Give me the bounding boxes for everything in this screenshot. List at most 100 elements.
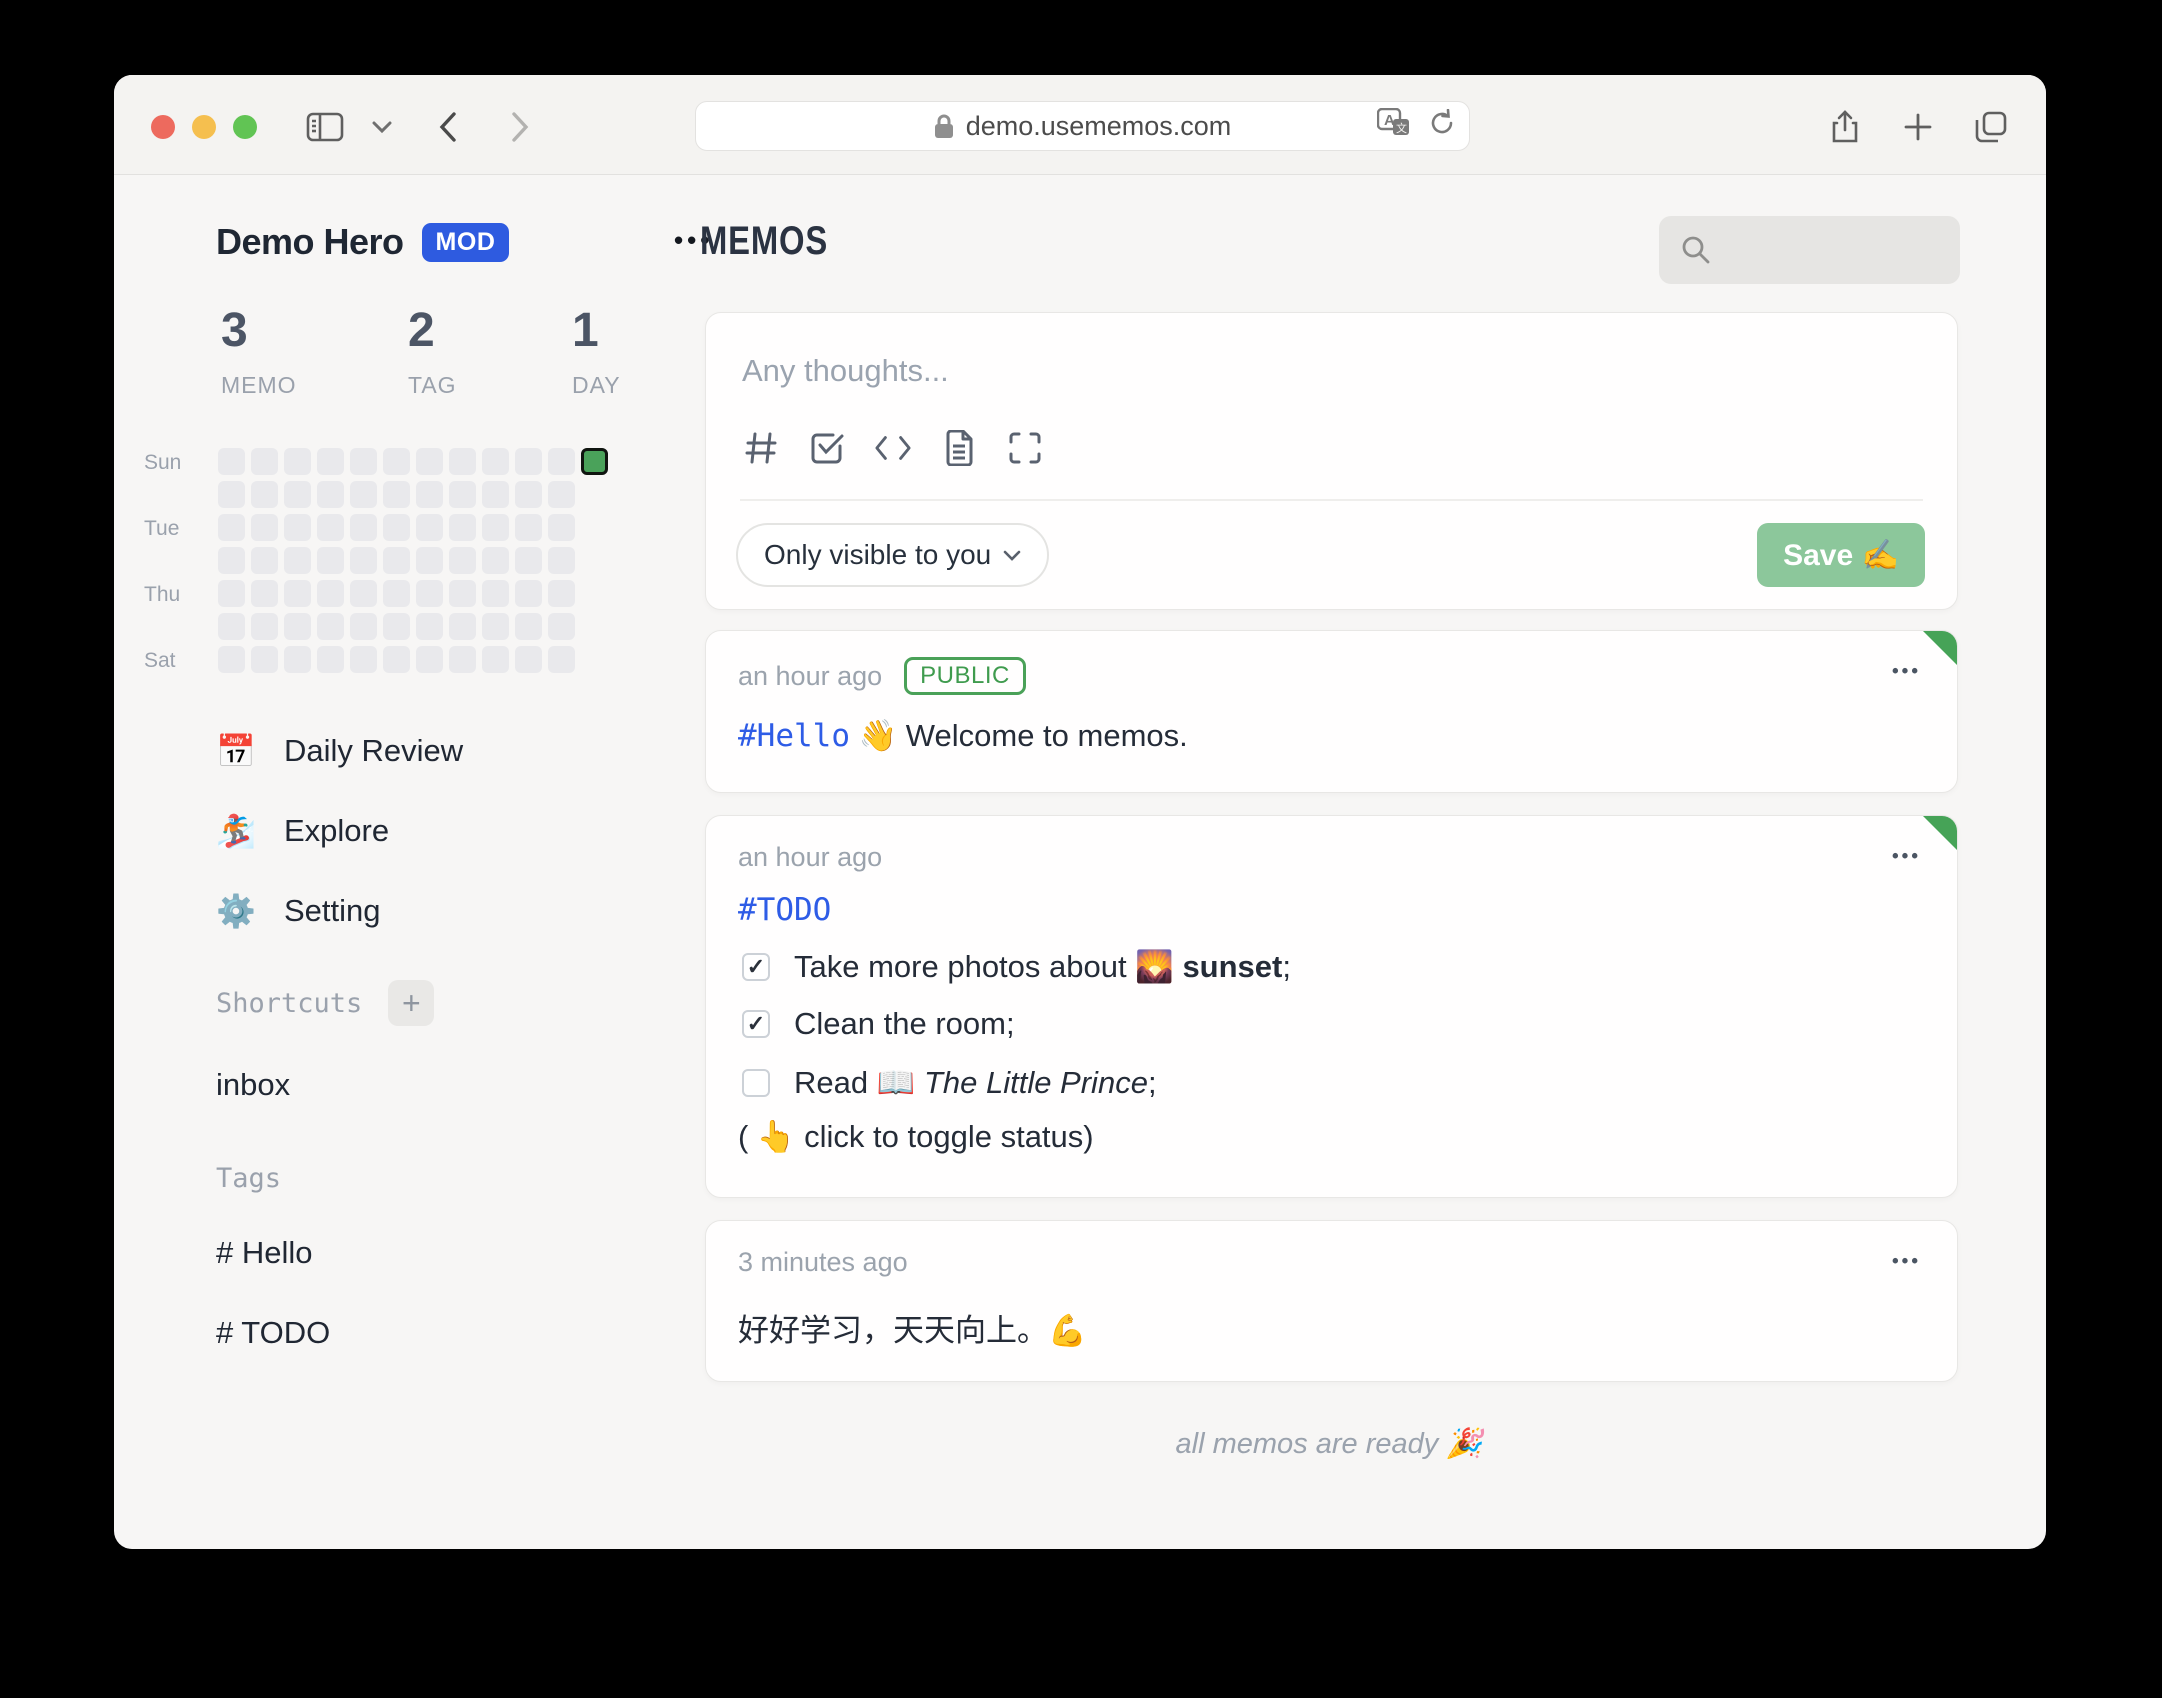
heatmap-cell[interactable] — [383, 448, 410, 475]
heatmap-cell[interactable] — [350, 514, 377, 541]
heatmap-cell[interactable] — [449, 481, 476, 508]
heatmap-cell[interactable] — [548, 448, 575, 475]
heatmap-cell[interactable] — [416, 646, 443, 673]
heatmap-cell[interactable] — [317, 514, 344, 541]
sidebar-toggle-icon[interactable] — [300, 102, 350, 152]
heatmap-cell[interactable] — [218, 514, 245, 541]
heatmap-cell[interactable] — [482, 580, 509, 607]
heatmap-cell[interactable] — [350, 547, 377, 574]
heatmap-cell[interactable] — [449, 514, 476, 541]
heatmap-cell[interactable] — [548, 613, 575, 640]
heatmap-cell[interactable] — [350, 580, 377, 607]
heatmap-cell[interactable] — [383, 580, 410, 607]
tag-icon[interactable] — [742, 429, 780, 467]
heatmap-cell[interactable] — [515, 514, 542, 541]
code-icon[interactable] — [874, 429, 912, 467]
heatmap-cell[interactable] — [218, 646, 245, 673]
todo-checkbox-checked[interactable]: ✓ — [742, 952, 770, 981]
heatmap-cell[interactable] — [284, 481, 311, 508]
heatmap-cell[interactable] — [350, 448, 377, 475]
heatmap-cell[interactable] — [515, 580, 542, 607]
fullscreen-icon[interactable] — [1006, 429, 1044, 467]
heatmap-cell[interactable] — [548, 481, 575, 508]
heatmap-cell-today[interactable] — [581, 448, 608, 475]
heatmap-cell[interactable] — [218, 448, 245, 475]
heatmap-cell[interactable] — [218, 580, 245, 607]
forward-button[interactable] — [495, 102, 545, 152]
heatmap-cell[interactable] — [383, 547, 410, 574]
heatmap-cell[interactable] — [317, 580, 344, 607]
heatmap-cell[interactable] — [350, 481, 377, 508]
heatmap-cell[interactable] — [449, 448, 476, 475]
heatmap-cell[interactable] — [482, 481, 509, 508]
heatmap-cell[interactable] — [482, 613, 509, 640]
heatmap-cell[interactable] — [218, 613, 245, 640]
heatmap-cell[interactable] — [449, 580, 476, 607]
reload-icon[interactable] — [1429, 108, 1455, 144]
heatmap-cell[interactable] — [284, 514, 311, 541]
heatmap-cell[interactable] — [251, 613, 278, 640]
todo-checkbox-unchecked[interactable] — [742, 1068, 770, 1097]
user-profile[interactable]: Demo Hero MOD — [216, 221, 510, 263]
heatmap-cell[interactable] — [482, 448, 509, 475]
heatmap-cell[interactable] — [383, 514, 410, 541]
tag-item-hello[interactable]: # Hello — [216, 1235, 313, 1271]
heatmap-cell[interactable] — [218, 547, 245, 574]
add-shortcut-button[interactable]: + — [388, 980, 435, 1026]
heatmap-cell[interactable] — [515, 481, 542, 508]
heatmap-cell[interactable] — [284, 580, 311, 607]
close-window-button[interactable] — [151, 115, 175, 139]
heatmap-cell[interactable] — [251, 481, 278, 508]
heatmap-cell[interactable] — [251, 580, 278, 607]
translate-icon[interactable]: A 文 — [1376, 107, 1411, 145]
heatmap-cell[interactable] — [251, 646, 278, 673]
search-input[interactable] — [1659, 216, 1960, 284]
heatmap-cell[interactable] — [383, 646, 410, 673]
visibility-selector[interactable]: Only visible to you — [736, 523, 1050, 587]
heatmap-cell[interactable] — [482, 514, 509, 541]
document-icon[interactable] — [940, 429, 978, 467]
heatmap-cell[interactable] — [284, 613, 311, 640]
heatmap-cell[interactable] — [317, 481, 344, 508]
heatmap-cell[interactable] — [416, 481, 443, 508]
sidebar-item-daily-review[interactable]: 📅 Daily Review — [216, 727, 463, 775]
heatmap-cell[interactable] — [548, 580, 575, 607]
heatmap-cell[interactable] — [416, 514, 443, 541]
checklist-icon[interactable] — [808, 429, 846, 467]
heatmap-cell[interactable] — [515, 448, 542, 475]
heatmap-cell[interactable] — [350, 646, 377, 673]
todo-checkbox-checked[interactable]: ✓ — [742, 1010, 770, 1038]
memo-menu-button[interactable]: ••• — [1892, 846, 1921, 868]
heatmap-cell[interactable] — [383, 481, 410, 508]
heatmap-cell[interactable] — [284, 547, 311, 574]
heatmap-cell[interactable] — [251, 514, 278, 541]
heatmap-cell[interactable] — [548, 514, 575, 541]
heatmap-cell[interactable] — [548, 547, 575, 574]
memo-tag[interactable]: #TODO — [738, 892, 831, 928]
heatmap-cell[interactable] — [383, 613, 410, 640]
heatmap-cell[interactable] — [515, 613, 542, 640]
heatmap-cell[interactable] — [416, 448, 443, 475]
heatmap-cell[interactable] — [317, 547, 344, 574]
toolbar-chevron-down-icon[interactable] — [357, 102, 407, 152]
heatmap-cell[interactable] — [515, 547, 542, 574]
heatmap-cell[interactable] — [449, 547, 476, 574]
heatmap-cell[interactable] — [218, 481, 245, 508]
heatmap-cell[interactable] — [449, 613, 476, 640]
heatmap-cell[interactable] — [317, 646, 344, 673]
share-icon[interactable] — [1820, 102, 1870, 152]
minimize-window-button[interactable] — [192, 115, 216, 139]
memo-menu-button[interactable]: ••• — [1892, 661, 1921, 683]
sidebar-item-explore[interactable]: 🏂 Explore — [216, 807, 389, 855]
save-button[interactable]: Save ✍️ — [1757, 523, 1925, 587]
heatmap-cell[interactable] — [416, 613, 443, 640]
heatmap-cell[interactable] — [416, 547, 443, 574]
heatmap-cell[interactable] — [317, 448, 344, 475]
heatmap-cell[interactable] — [284, 448, 311, 475]
heatmap-cell[interactable] — [449, 646, 476, 673]
memo-tag[interactable]: #Hello — [738, 718, 850, 754]
heatmap-cell[interactable] — [251, 547, 278, 574]
fullscreen-window-button[interactable] — [233, 115, 257, 139]
back-button[interactable] — [423, 102, 473, 152]
heatmap-cell[interactable] — [317, 613, 344, 640]
